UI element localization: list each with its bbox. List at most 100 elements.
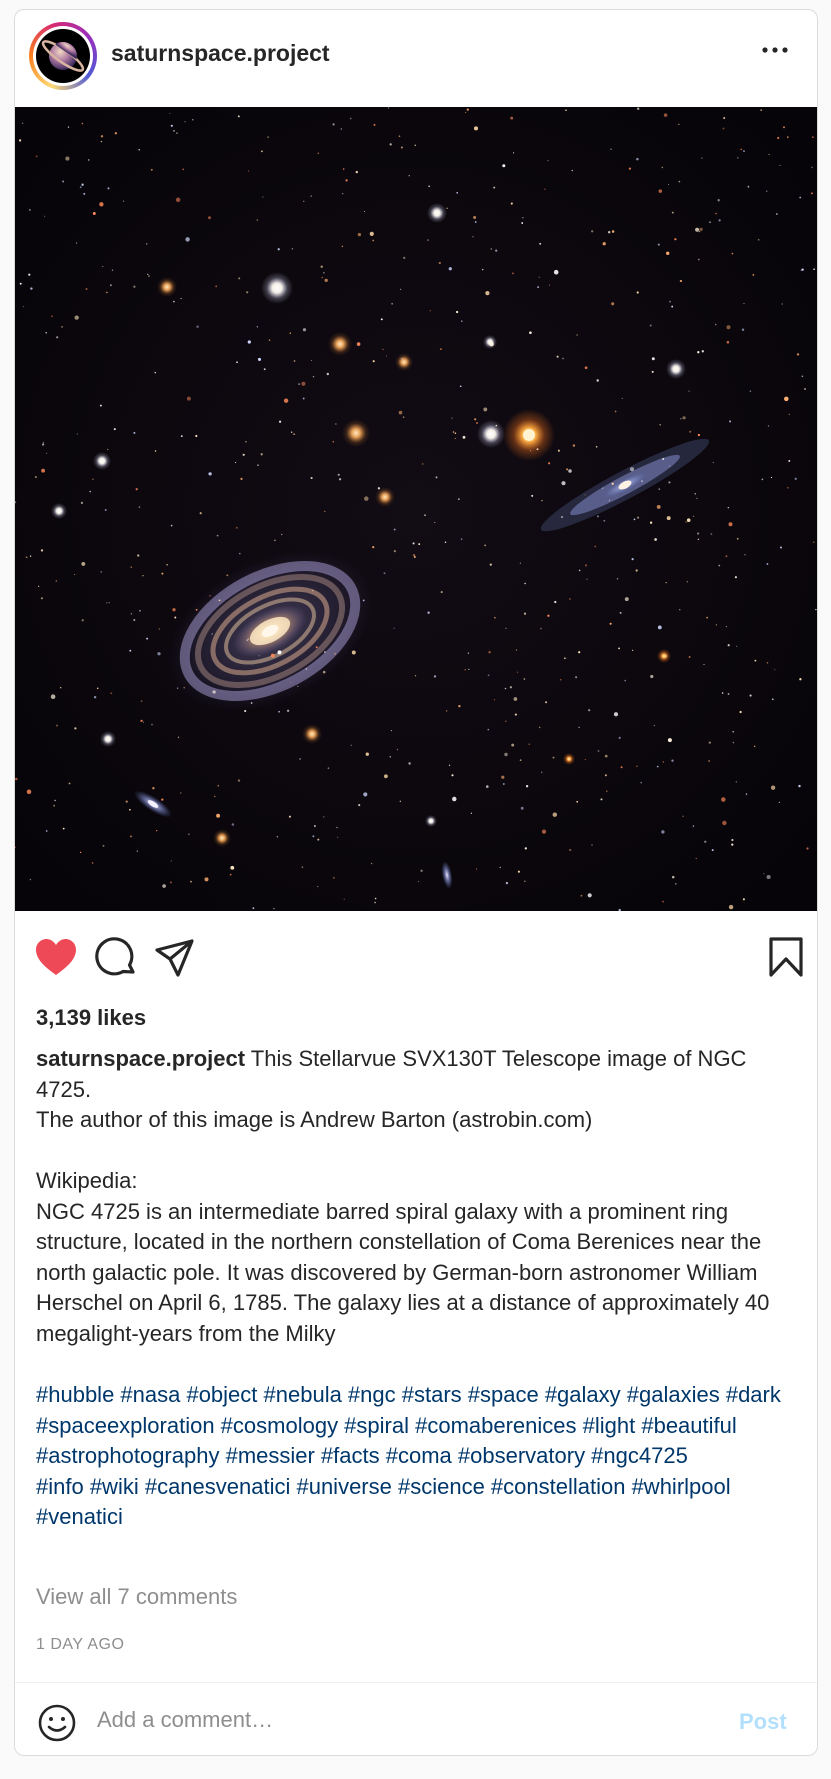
star	[29, 555, 32, 557]
star	[752, 273, 755, 276]
star	[732, 741, 735, 744]
star	[557, 449, 560, 452]
star	[390, 729, 393, 732]
star	[113, 428, 116, 431]
star	[744, 554, 746, 556]
star	[686, 581, 688, 583]
star	[166, 564, 168, 566]
star	[414, 675, 417, 677]
star	[140, 719, 143, 723]
star	[541, 500, 543, 502]
star	[448, 267, 452, 271]
star	[529, 450, 532, 452]
star	[715, 624, 718, 626]
star	[139, 609, 141, 612]
heart-filled-icon[interactable]	[33, 935, 79, 981]
star	[19, 282, 22, 285]
emoji-icon[interactable]	[37, 1703, 77, 1743]
star	[107, 448, 109, 450]
star	[138, 506, 141, 508]
star	[661, 830, 665, 834]
avatar[interactable]	[29, 22, 97, 90]
star	[794, 477, 797, 480]
star	[229, 873, 232, 876]
star	[504, 687, 507, 690]
star	[51, 315, 53, 318]
star	[584, 366, 588, 370]
star	[212, 690, 216, 694]
star	[651, 357, 655, 361]
star	[278, 710, 280, 713]
post-username[interactable]: saturnspace.project	[111, 40, 330, 67]
star	[604, 774, 607, 777]
star	[522, 217, 524, 219]
star	[156, 829, 158, 832]
more-options-icon[interactable]	[757, 40, 797, 80]
star	[79, 851, 82, 854]
star	[636, 291, 639, 294]
galaxy-photo	[15, 107, 817, 911]
star	[524, 847, 527, 850]
post-image[interactable]	[15, 107, 817, 911]
star	[389, 755, 392, 758]
star	[37, 585, 40, 588]
star	[678, 123, 680, 126]
star	[417, 881, 419, 883]
star	[236, 361, 238, 364]
star	[433, 675, 437, 678]
view-comments-link[interactable]: View all 7 comments	[36, 1584, 237, 1610]
star	[473, 126, 479, 131]
star	[99, 404, 102, 407]
star	[547, 160, 549, 162]
star	[445, 710, 448, 712]
post-timestamp[interactable]: 1 DAY AGO	[36, 1636, 124, 1654]
star	[493, 699, 496, 701]
star	[679, 609, 681, 611]
star	[578, 569, 581, 572]
star	[357, 232, 362, 237]
star	[427, 611, 430, 614]
star	[454, 432, 457, 434]
star	[195, 434, 198, 438]
hashtags[interactable]: #hubble #nasa #object #nebula #ngc #star…	[36, 1380, 806, 1533]
star	[162, 884, 166, 888]
star	[314, 825, 316, 827]
star	[174, 616, 177, 619]
star	[580, 894, 583, 897]
star	[380, 318, 383, 321]
star	[578, 651, 581, 654]
star	[42, 442, 44, 444]
star	[363, 792, 368, 797]
star	[686, 518, 691, 522]
star	[763, 873, 765, 875]
star	[786, 486, 789, 489]
star	[298, 383, 301, 386]
caption-username[interactable]: saturnspace.project	[36, 1046, 245, 1071]
post-comment-button[interactable]: Post	[739, 1709, 787, 1735]
likes-count[interactable]: 3,139 likes	[36, 1005, 146, 1031]
star	[659, 423, 662, 426]
star	[81, 619, 84, 622]
share-icon[interactable]	[152, 935, 198, 981]
caption-text: This Stellarvue SVX130T Telescope image …	[36, 1046, 770, 1346]
star	[666, 251, 670, 255]
star	[811, 166, 813, 169]
star	[129, 649, 132, 652]
star	[15, 777, 18, 781]
bookmark-icon[interactable]	[763, 935, 809, 981]
star	[586, 578, 588, 580]
star	[728, 904, 734, 910]
comment-input[interactable]	[97, 1699, 717, 1741]
star	[697, 538, 700, 541]
star	[244, 709, 247, 713]
star	[552, 756, 555, 759]
star	[312, 835, 315, 838]
star	[440, 591, 443, 594]
star	[717, 199, 720, 202]
star	[594, 545, 597, 548]
star	[364, 496, 369, 501]
star	[92, 478, 94, 481]
star	[728, 522, 733, 527]
star	[374, 897, 377, 900]
comment-icon[interactable]	[93, 935, 139, 981]
